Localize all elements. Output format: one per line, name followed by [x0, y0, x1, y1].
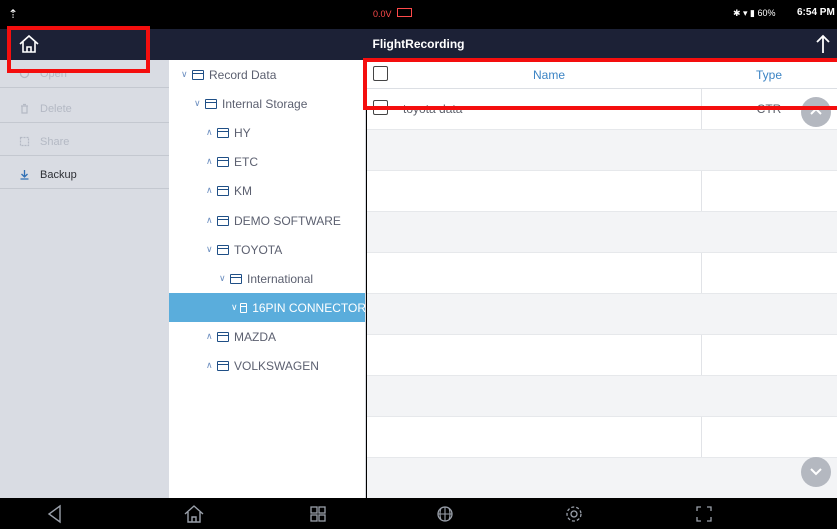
file-table: toyota data CTR Name Type	[367, 60, 837, 498]
tree-node-internal-storage[interactable]: ∨ Internal Storage	[194, 89, 365, 118]
tree-node-toyota[interactable]: ∨ TOYOTA	[206, 235, 365, 264]
tree-node-hy[interactable]: ∧ HY	[206, 118, 365, 147]
table-row-empty	[367, 294, 837, 335]
folder-icon	[230, 273, 242, 284]
tree-node-international[interactable]: ∨ International	[219, 264, 365, 293]
table-row-empty	[367, 376, 837, 417]
tree-node-label: ETC	[234, 154, 258, 169]
status-bar: ⇡ 0.0V ✱ ▾ ▮ 60% 6:54 PM	[0, 0, 837, 29]
settings-icon[interactable]	[562, 503, 586, 525]
browser-icon[interactable]	[433, 503, 457, 525]
tree-node-demo-software[interactable]: ∧ DEMO SOFTWARE	[206, 206, 365, 235]
chevron-up-icon: ∧	[206, 156, 213, 166]
share-button[interactable]: Share	[0, 128, 169, 156]
folder-tree: ∨ Record Data ∨ Internal Storage ∧ HY ∧ …	[169, 60, 366, 498]
table-row-empty	[367, 212, 837, 253]
tree-node-label: TOYOTA	[234, 242, 283, 257]
share-label: Share	[40, 136, 70, 148]
chevron-down-icon: ∨	[181, 69, 188, 79]
folder-icon	[217, 244, 229, 255]
backup-button[interactable]: Backup	[0, 161, 169, 189]
tree-node-mazda[interactable]: ∧ MAZDA	[206, 322, 365, 351]
screenshot-icon[interactable]	[692, 503, 716, 525]
clock: 6:54 PM	[797, 7, 835, 18]
table-row-empty	[367, 335, 837, 376]
download-icon	[20, 170, 29, 180]
title-bar: FlightRecording	[0, 29, 837, 60]
tree-node-label: DEMO SOFTWARE	[234, 213, 341, 228]
chevron-up-icon	[810, 107, 822, 115]
back-icon[interactable]	[43, 503, 67, 525]
column-header-name[interactable]: Name	[497, 68, 601, 82]
chevron-down-icon: ∨	[231, 302, 238, 312]
select-all-checkbox[interactable]	[373, 66, 388, 81]
file-name-cell: toyota data	[403, 102, 463, 116]
tree-node-label: Internal Storage	[222, 96, 308, 111]
table-row-empty	[367, 417, 837, 458]
folder-icon	[217, 360, 229, 371]
chevron-down-icon	[810, 468, 822, 476]
chevron-down-icon: ∨	[219, 273, 226, 283]
chevron-down-icon: ∨	[206, 244, 213, 254]
tree-node-label: Record Data	[209, 67, 277, 82]
tree-node-label: KM	[234, 183, 252, 198]
table-row-empty	[367, 171, 837, 212]
table-header: Name Type	[367, 60, 837, 89]
table-row-empty	[367, 130, 837, 171]
folder-icon	[217, 331, 229, 342]
tree-node-16pin-connector[interactable]: ∨ 16PIN CONNECTOR	[169, 293, 366, 322]
delete-label: Delete	[40, 103, 72, 115]
system-status-icons: ✱ ▾ ▮ 60%	[733, 8, 776, 18]
home-icon[interactable]	[182, 503, 206, 525]
delete-button[interactable]: Delete	[0, 95, 169, 123]
tree-node-label: 16PIN CONNECTOR	[252, 300, 366, 315]
folder-icon	[239, 302, 248, 313]
chevron-up-icon: ∧	[206, 185, 213, 195]
page-title: FlightRecording	[372, 37, 465, 51]
recent-apps-icon[interactable]	[306, 503, 330, 525]
scroll-up-button[interactable]	[801, 97, 831, 127]
folder-icon	[217, 185, 229, 196]
chevron-up-icon: ∧	[206, 360, 213, 370]
upload-arrow-icon: ⇡	[8, 7, 19, 21]
trash-icon	[21, 103, 28, 114]
folder-icon	[217, 127, 229, 138]
folder-icon	[205, 98, 217, 109]
upload-icon[interactable]	[813, 33, 833, 55]
navigation-bar	[0, 498, 837, 529]
chevron-down-icon: ∨	[194, 98, 201, 108]
tree-node-label: International	[247, 271, 314, 286]
action-panel: Open Delete Share Backup	[0, 60, 169, 498]
tree-node-label: MAZDA	[234, 329, 276, 344]
chevron-up-icon: ∧	[206, 127, 213, 137]
row-checkbox[interactable]	[373, 100, 388, 115]
scroll-down-button[interactable]	[801, 457, 831, 487]
folder-icon	[217, 156, 229, 167]
open-icon	[19, 68, 30, 79]
table-row[interactable]: toyota data CTR	[367, 89, 837, 130]
folder-icon	[192, 69, 204, 80]
chevron-up-icon: ∧	[206, 331, 213, 341]
voltage-readout: 0.0V	[373, 9, 392, 19]
chevron-up-icon: ∧	[206, 215, 213, 225]
tree-node-km[interactable]: ∧ KM	[206, 176, 365, 205]
tree-node-record-data[interactable]: ∨ Record Data	[181, 60, 365, 89]
table-row-empty	[367, 253, 837, 294]
column-header-type[interactable]: Type	[701, 68, 837, 82]
tree-node-etc[interactable]: ∧ ETC	[206, 147, 365, 176]
open-button[interactable]: Open	[0, 60, 169, 88]
share-icon	[19, 136, 30, 147]
backup-label: Backup	[40, 169, 77, 181]
open-label: Open	[40, 68, 67, 80]
table-row-empty	[367, 458, 837, 498]
tree-node-label: HY	[234, 125, 251, 140]
folder-icon	[217, 215, 229, 226]
vehicle-battery-icon	[397, 8, 412, 17]
tree-node-volkswagen[interactable]: ∧ VOLKSWAGEN	[206, 351, 365, 380]
tree-node-label: VOLKSWAGEN	[234, 358, 319, 373]
